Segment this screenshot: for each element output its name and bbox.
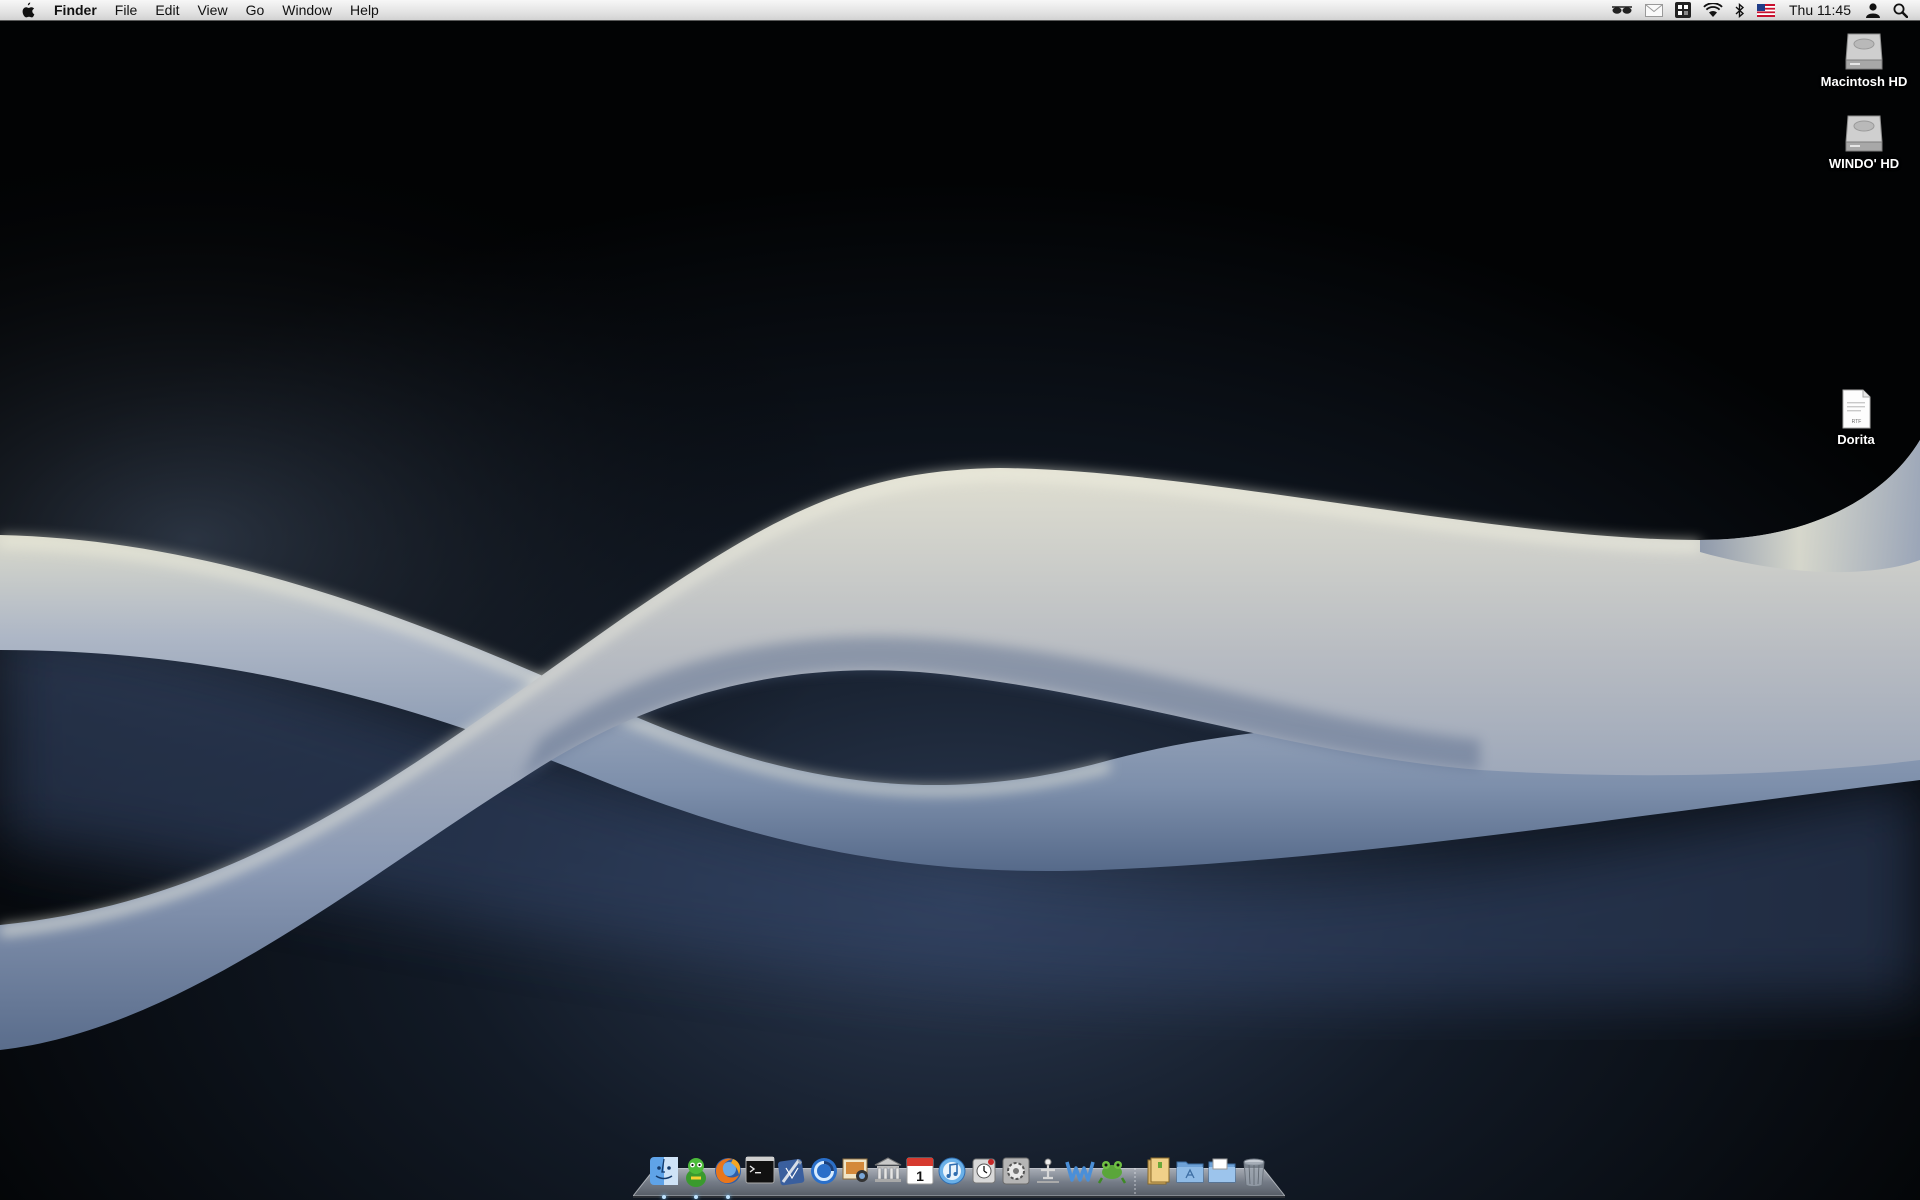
dock-item-image-capture[interactable] xyxy=(840,1156,872,1196)
library-icon xyxy=(874,1157,902,1182)
desktop-icon-label: WINDO' HD xyxy=(1828,156,1900,171)
dock-item-terminal[interactable] xyxy=(744,1156,776,1196)
desktop-icon-dorita[interactable]: RTF Dorita xyxy=(1796,388,1916,449)
menu-window[interactable]: Window xyxy=(273,0,341,20)
downloads-folder-icon xyxy=(1208,1158,1236,1183)
dock-item-itunes[interactable] xyxy=(936,1156,968,1196)
user-icon[interactable] xyxy=(1865,0,1881,20)
running-indicator xyxy=(726,1195,730,1199)
dock-item-firefox[interactable] xyxy=(712,1156,744,1199)
flag-icon[interactable] xyxy=(1756,0,1775,20)
menu-view[interactable]: View xyxy=(188,0,236,20)
glasses-icon[interactable] xyxy=(1611,0,1633,20)
dock-item-trash[interactable] xyxy=(1238,1156,1270,1196)
applications-folder-icon xyxy=(1176,1161,1204,1183)
directory-utility-icon xyxy=(1037,1158,1059,1183)
dock-item-xcode[interactable] xyxy=(776,1156,808,1196)
time-machine-icon xyxy=(972,1158,996,1184)
frog-icon xyxy=(1097,1161,1127,1184)
dock-item-word[interactable] xyxy=(1064,1156,1096,1196)
bluetooth-icon[interactable] xyxy=(1735,0,1745,20)
mail-icon[interactable] xyxy=(1644,0,1663,20)
dock-item-lasso[interactable] xyxy=(808,1156,840,1196)
finder-icon xyxy=(650,1157,678,1185)
desktop-icon-label: Macintosh HD xyxy=(1820,74,1908,89)
rtf-document-icon: RTF xyxy=(1842,389,1871,429)
dock: 1 xyxy=(648,1154,1270,1199)
desktop-icon-label: Dorita xyxy=(1837,432,1875,447)
terminal-icon xyxy=(745,1156,775,1184)
dock-item-time-machine[interactable] xyxy=(968,1156,1000,1196)
desktop-icon-windo-hd[interactable]: WINDO' HD xyxy=(1804,110,1920,173)
dock-item-system-preferences[interactable] xyxy=(1000,1156,1032,1196)
calendar-icon: 1 xyxy=(906,1157,934,1185)
dock-item-applications-folder[interactable] xyxy=(1174,1156,1206,1196)
menu-help[interactable]: Help xyxy=(341,0,388,20)
apple-menu-icon[interactable] xyxy=(14,2,40,19)
dock-separator xyxy=(1128,1156,1142,1196)
dock-item-adium[interactable] xyxy=(680,1156,712,1199)
dock-item-frog[interactable] xyxy=(1096,1156,1128,1196)
running-indicator xyxy=(694,1195,698,1199)
dock-item-library[interactable] xyxy=(872,1156,904,1196)
menu-clock[interactable]: Thu 11:45 xyxy=(1781,0,1859,20)
menu-edit[interactable]: Edit xyxy=(146,0,188,20)
hard-drive-icon xyxy=(1845,115,1883,152)
menu-bar-left: Finder File Edit View Go Window Help xyxy=(0,0,388,20)
xcode-icon xyxy=(777,1158,805,1186)
system-preferences-icon xyxy=(1002,1157,1030,1185)
hard-drive-icon xyxy=(1845,33,1883,70)
image-capture-icon xyxy=(842,1158,868,1182)
spotlight-icon[interactable] xyxy=(1893,0,1908,20)
word-icon xyxy=(1065,1161,1095,1182)
menu-bar: Finder File Edit View Go Window Help Thu… xyxy=(0,0,1920,21)
desktop-wallpaper xyxy=(0,0,1920,1200)
adium-icon xyxy=(686,1158,706,1187)
wifi-icon[interactable] xyxy=(1703,0,1723,20)
dock-item-archive[interactable] xyxy=(1142,1156,1174,1196)
desktop-icon-macintosh-hd[interactable]: Macintosh HD xyxy=(1804,28,1920,91)
dock-item-downloads-folder[interactable] xyxy=(1206,1156,1238,1196)
menu-app-finder[interactable]: Finder xyxy=(54,0,106,20)
menu-file[interactable]: File xyxy=(106,0,147,20)
dock-item-finder[interactable] xyxy=(648,1156,680,1199)
rtf-badge: RTF xyxy=(1852,419,1862,425)
itunes-icon xyxy=(938,1157,966,1185)
calendar-day: 1 xyxy=(916,1168,924,1184)
lasso-icon xyxy=(811,1158,837,1184)
trash-icon xyxy=(1243,1158,1265,1187)
dock-item-calendar[interactable]: 1 xyxy=(904,1156,936,1196)
dock-item-directory-utility[interactable] xyxy=(1032,1156,1064,1196)
menu-go[interactable]: Go xyxy=(237,0,274,20)
menu-extra-icon[interactable] xyxy=(1674,0,1691,20)
menu-bar-status-area: Thu 11:45 xyxy=(1605,0,1920,20)
running-indicator xyxy=(662,1195,666,1199)
archive-icon xyxy=(1147,1157,1170,1185)
firefox-icon xyxy=(715,1158,741,1184)
